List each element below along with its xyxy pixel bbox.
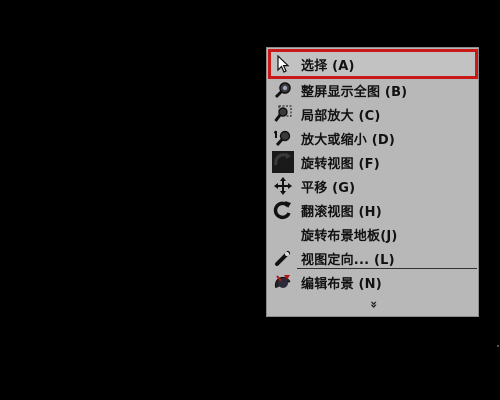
pointer-arrow-icon xyxy=(272,53,294,75)
zoom-extents-icon xyxy=(272,79,294,101)
zoom-window-icon xyxy=(272,103,294,125)
menu-item-label: 旋转视图 (F) xyxy=(301,156,380,172)
menu-item-select[interactable]: 选择 (A) xyxy=(268,49,478,79)
menu-item-label: 整屏显示全图 (B) xyxy=(301,84,408,100)
rotate-view-icon xyxy=(272,151,294,173)
view-orientation-icon xyxy=(272,247,294,269)
pan-icon xyxy=(272,175,294,197)
menu-item-label: 放大或缩小 (D) xyxy=(301,132,395,148)
menu-item-pan[interactable]: 平移 (G) xyxy=(268,174,478,198)
menu-item-zoom-window[interactable]: 局部放大 (C) xyxy=(268,102,478,126)
menu-item-zoom-to-fit[interactable]: 整屏显示全图 (B) xyxy=(268,78,478,102)
menu-item-rotate-view[interactable]: 旋转视图 (F) xyxy=(268,150,478,174)
menu-item-label: 平移 (G) xyxy=(301,180,356,196)
canvas-background[interactable]: 选择 (A) 整屏显示全图 (B) 局部放大 (C) 放大或缩小 (D) 旋转视… xyxy=(0,0,500,400)
menu-item-label: 选择 (A) xyxy=(301,58,355,74)
menu-item-label: 局部放大 (C) xyxy=(301,108,381,124)
context-menu: 选择 (A) 整屏显示全图 (B) 局部放大 (C) 放大或缩小 (D) 旋转视… xyxy=(266,47,479,317)
zoom-in-out-icon xyxy=(272,127,294,149)
blank-icon xyxy=(272,223,294,245)
menu-separator xyxy=(297,268,477,269)
menu-item-zoom-in-out[interactable]: 放大或缩小 (D) xyxy=(268,126,478,150)
stray-pixel xyxy=(497,345,499,347)
menu-item-label: 旋转布景地板(J) xyxy=(301,228,398,244)
edit-scene-icon xyxy=(272,271,294,293)
roll-view-icon xyxy=(272,199,294,221)
more-items-chevron[interactable]: » xyxy=(363,199,381,400)
